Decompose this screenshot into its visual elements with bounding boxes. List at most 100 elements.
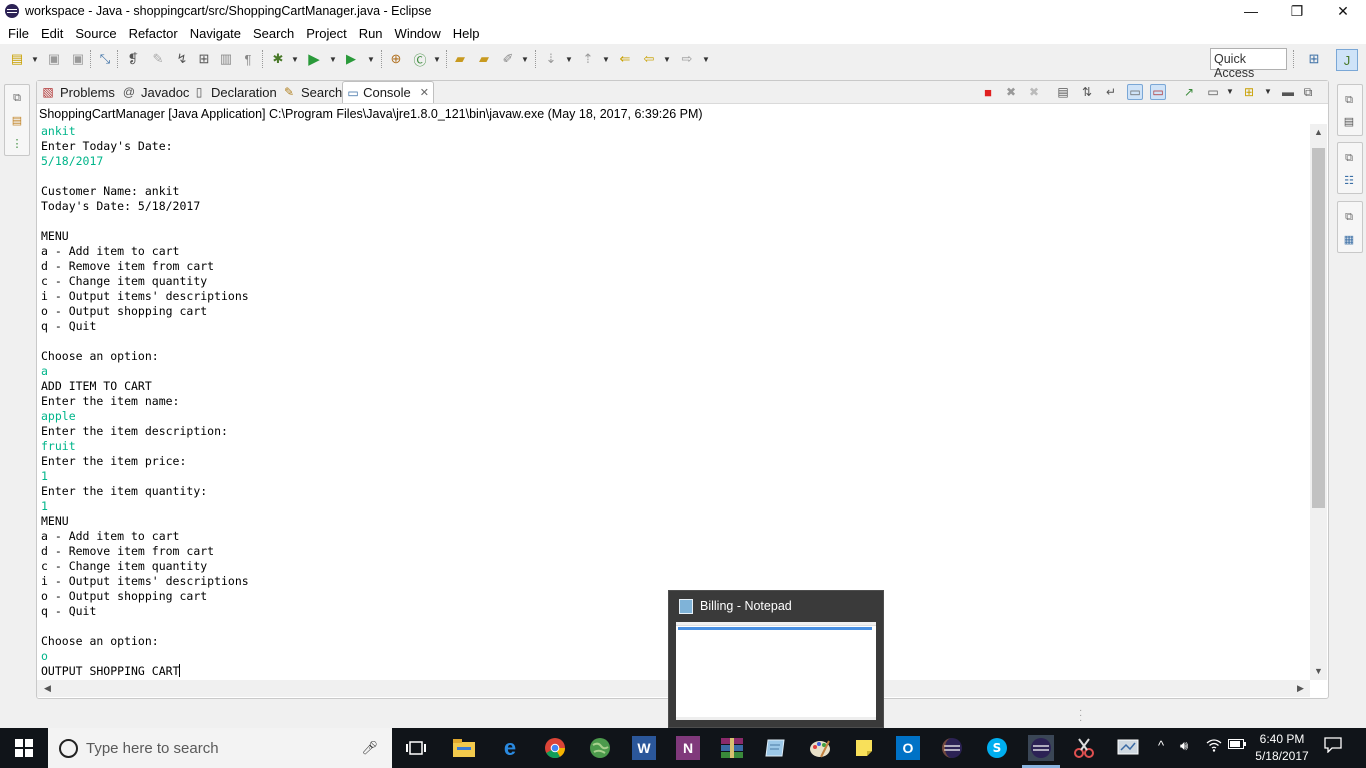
- debug-dropdown-icon[interactable]: ▼: [291, 55, 299, 64]
- scroll-lock-icon[interactable]: ⇅: [1079, 84, 1095, 100]
- toggle-mark-icon[interactable]: ↯: [174, 51, 190, 67]
- microphone-icon[interactable]: 🎤︎: [361, 740, 378, 756]
- winrar-icon[interactable]: [720, 736, 744, 760]
- menu-search[interactable]: Search: [248, 26, 301, 41]
- menu-help[interactable]: Help: [448, 26, 487, 41]
- show-on-stderr-icon[interactable]: ▭: [1150, 84, 1166, 100]
- annotation-icon[interactable]: ❡: [125, 51, 141, 67]
- prev-annotation-dropdown-icon[interactable]: ▼: [602, 55, 610, 64]
- tab-declaration[interactable]: ▯ Declaration: [191, 81, 277, 103]
- tab-problems[interactable]: ▧ Problems: [40, 81, 115, 103]
- open-console-icon[interactable]: ⊞: [1241, 84, 1257, 100]
- paint-icon[interactable]: [808, 736, 832, 760]
- menu-edit[interactable]: Edit: [36, 26, 70, 41]
- scroll-up-icon[interactable]: ▲: [1314, 127, 1323, 137]
- file-explorer-icon[interactable]: [452, 736, 476, 760]
- tab-javadoc[interactable]: @ Javadoc: [121, 81, 190, 103]
- outlook-icon[interactable]: O: [896, 736, 920, 760]
- onenote-icon[interactable]: N: [676, 736, 700, 760]
- minimize-view-icon[interactable]: ▬: [1280, 84, 1296, 100]
- forward-dropdown-icon[interactable]: ▼: [702, 55, 710, 64]
- taskbar-clock[interactable]: 6:40 PM 5/18/2017: [1252, 731, 1312, 765]
- show-hidden-icons[interactable]: ^: [1158, 738, 1164, 753]
- external-tools-dropdown-icon[interactable]: ▼: [367, 55, 375, 64]
- display-console-icon[interactable]: ▭: [1205, 84, 1221, 100]
- restore-stack-icon[interactable]: ⧉: [1342, 210, 1356, 224]
- pen-icon[interactable]: ✎: [150, 51, 166, 67]
- globe-app-icon[interactable]: [588, 736, 612, 760]
- back-dropdown-icon[interactable]: ▼: [663, 55, 671, 64]
- new-package-icon[interactable]: ⊕: [388, 51, 404, 67]
- save-icon[interactable]: ▣: [46, 51, 62, 67]
- task-list-icon[interactable]: ▤: [1342, 114, 1356, 128]
- open-task-icon[interactable]: ▰: [476, 51, 492, 67]
- package-explorer-icon[interactable]: ▤: [10, 113, 24, 127]
- last-edit-icon[interactable]: ⇐: [617, 51, 633, 67]
- new-class-dropdown-icon[interactable]: ▼: [433, 55, 441, 64]
- snipping-tool-icon[interactable]: [1072, 736, 1096, 760]
- display-console-dropdown-icon[interactable]: ▼: [1226, 87, 1234, 96]
- notepad-taskbar-icon[interactable]: [763, 736, 787, 760]
- window-icon[interactable]: ▦: [1342, 232, 1356, 246]
- task-view-icon[interactable]: [404, 736, 428, 760]
- wifi-icon[interactable]: [1206, 738, 1222, 755]
- restore-stack-icon[interactable]: ⧉: [1342, 93, 1356, 107]
- forward-icon[interactable]: ⇨: [679, 51, 695, 67]
- java-perspective-icon[interactable]: J: [1336, 49, 1358, 71]
- close-button[interactable]: ✕: [1320, 0, 1366, 22]
- menu-window[interactable]: Window: [390, 26, 448, 41]
- restore-stack-icon[interactable]: ⧉: [1342, 151, 1356, 165]
- notepad-preview-thumbnail[interactable]: [676, 622, 876, 720]
- next-annotation-dropdown-icon[interactable]: ▼: [565, 55, 573, 64]
- new-class-icon[interactable]: Ⓒ: [412, 51, 428, 68]
- open-console-dropdown-icon[interactable]: ▼: [1264, 87, 1272, 96]
- hierarchy-icon[interactable]: ⋮: [10, 136, 24, 150]
- console-scroll-thumb[interactable]: [1312, 148, 1325, 508]
- back-icon[interactable]: ⇦: [641, 51, 657, 67]
- prev-annotation-icon[interactable]: ⇡: [580, 51, 596, 67]
- block-selection-icon[interactable]: ⊞: [196, 51, 212, 67]
- search-dropdown-icon[interactable]: ▼: [521, 55, 529, 64]
- tab-search[interactable]: ✎ Search: [281, 81, 342, 103]
- restore-stack-icon[interactable]: ⧉: [10, 91, 24, 105]
- terminate-icon[interactable]: ■: [980, 84, 996, 100]
- menu-file[interactable]: File: [3, 26, 36, 41]
- skip-breakpoints-icon[interactable]: ⤡: [97, 51, 113, 67]
- scroll-left-icon[interactable]: ◀: [44, 683, 51, 694]
- word-wrap-icon[interactable]: ↵: [1103, 84, 1119, 100]
- volume-icon[interactable]: 🔊︎: [1180, 738, 1188, 754]
- outline-icon[interactable]: ☷: [1342, 173, 1356, 187]
- eclipse-active-taskbar-icon[interactable]: [1028, 735, 1054, 761]
- menu-run[interactable]: Run: [354, 26, 390, 41]
- save-all-icon[interactable]: ▣: [70, 51, 86, 67]
- minimize-button[interactable]: —: [1228, 0, 1274, 22]
- pin-console-icon[interactable]: ↗: [1181, 84, 1197, 100]
- new-icon[interactable]: ▤: [9, 51, 25, 67]
- next-annotation-icon[interactable]: ⇣: [543, 51, 559, 67]
- restore-button[interactable]: ❐: [1274, 0, 1320, 22]
- maximize-view-icon[interactable]: ⧉: [1300, 84, 1316, 100]
- quick-access-field[interactable]: Quick Access: [1210, 48, 1287, 80]
- open-type-icon[interactable]: ▰: [452, 51, 468, 67]
- chrome-icon[interactable]: [543, 736, 567, 760]
- close-tab-icon[interactable]: ✕: [420, 86, 429, 99]
- open-perspective-icon[interactable]: ⊞: [1306, 51, 1322, 67]
- debug-icon[interactable]: ✱: [270, 51, 286, 67]
- clear-console-icon[interactable]: ▤: [1055, 84, 1071, 100]
- run-icon[interactable]: ▶: [306, 51, 322, 68]
- eclipse-taskbar-icon[interactable]: [940, 736, 964, 760]
- scroll-right-icon[interactable]: ▶: [1297, 683, 1304, 694]
- remove-all-terminated-icon[interactable]: ✖: [1026, 84, 1042, 100]
- action-center-icon[interactable]: [1324, 737, 1342, 756]
- system-app-icon[interactable]: [1116, 736, 1140, 760]
- external-tools-icon[interactable]: ▶: [343, 51, 359, 67]
- menu-project[interactable]: Project: [301, 26, 353, 41]
- edge-browser-icon[interactable]: e: [498, 735, 522, 760]
- sticky-notes-icon[interactable]: [852, 736, 876, 760]
- show-on-stdout-icon[interactable]: ▭: [1127, 84, 1143, 100]
- menu-source[interactable]: Source: [70, 26, 123, 41]
- remove-launch-icon[interactable]: ✖: [1003, 84, 1019, 100]
- show-whitespace-icon[interactable]: ¶: [240, 51, 256, 67]
- whitespace-icon[interactable]: ▥: [218, 51, 234, 67]
- battery-icon[interactable]: [1228, 738, 1246, 753]
